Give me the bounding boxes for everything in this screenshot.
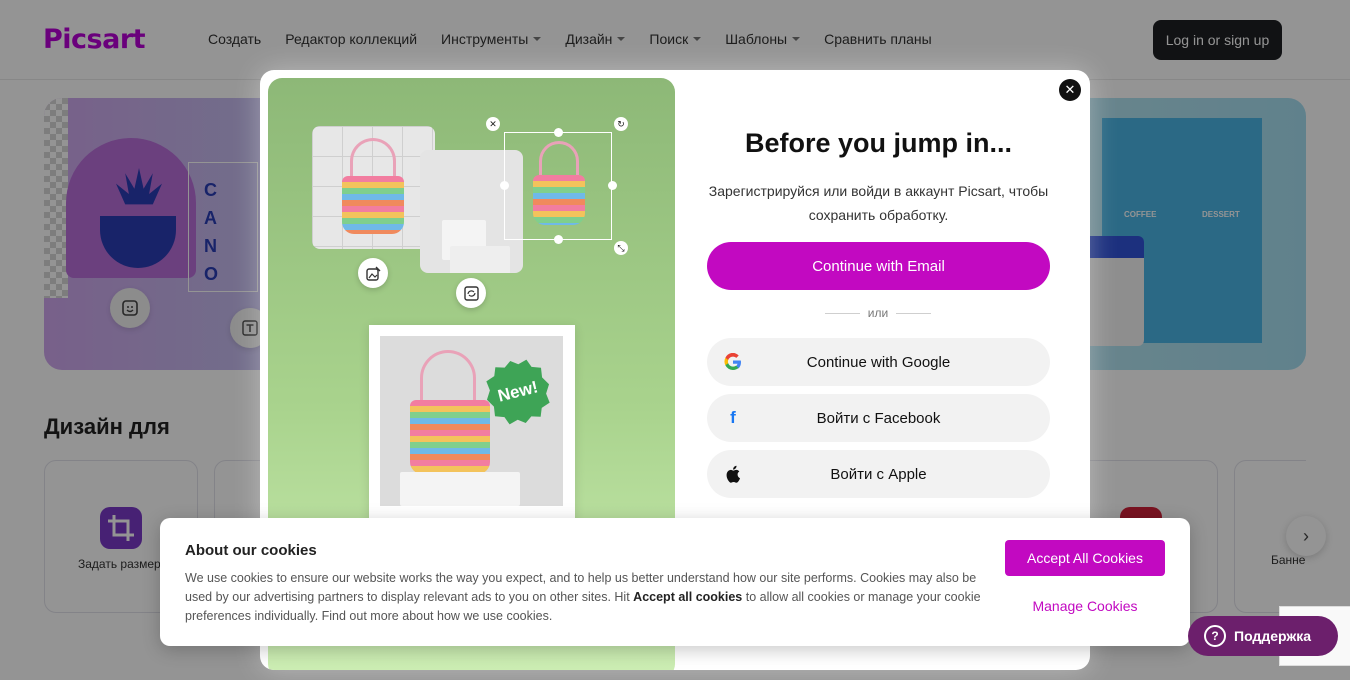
cookie-banner: About our cookies We use cookies to ensu… xyxy=(160,518,1190,646)
result-photo: New! xyxy=(380,336,563,506)
close-modal-button[interactable]: ✕ xyxy=(1059,79,1081,101)
facebook-button-label: Войти с Facebook xyxy=(816,409,941,427)
replace-image-tool xyxy=(456,278,486,308)
resize-handle xyxy=(608,181,617,190)
apple-icon xyxy=(723,464,743,484)
selection-box xyxy=(504,132,612,240)
apple-button-label: Войти с Apple xyxy=(830,465,927,483)
image-edit-icon xyxy=(365,266,380,281)
support-icon: ? xyxy=(1204,625,1226,647)
login-with-apple-button[interactable]: Войти с Apple xyxy=(707,450,1050,498)
close-icon: ✕ xyxy=(1064,82,1076,97)
continue-with-google-button[interactable]: Continue with Google xyxy=(707,338,1050,386)
cookie-title: About our cookies xyxy=(185,542,317,559)
modal-title: Before you jump in... xyxy=(744,128,1013,158)
result-polaroid: New! xyxy=(369,325,575,525)
or-label: или xyxy=(867,306,889,320)
support-button[interactable]: ? Поддержка xyxy=(1188,616,1338,656)
google-icon xyxy=(723,352,743,372)
bag-photo-original xyxy=(312,126,435,249)
resize-handle xyxy=(500,181,509,190)
resize-handle xyxy=(554,128,563,137)
resize-handle xyxy=(554,235,563,244)
login-with-facebook-button[interactable]: f Войти с Facebook xyxy=(707,394,1050,442)
close-icon: ✕ xyxy=(486,117,500,131)
cookie-description: We use cookies to ensure our website wor… xyxy=(185,569,985,626)
google-button-label: Continue with Google xyxy=(806,353,951,371)
manage-cookies-button[interactable]: Manage Cookies xyxy=(1005,590,1165,622)
image-edit-tool xyxy=(358,258,388,288)
accept-all-cookies-button[interactable]: Accept All Cookies xyxy=(1005,540,1165,576)
replace-image-icon xyxy=(463,285,479,301)
or-divider: или xyxy=(825,306,932,320)
scale-icon: ⤡ xyxy=(614,241,628,255)
rotate-icon: ↻ xyxy=(614,117,628,131)
cookie-text-bold: Accept all cookies xyxy=(633,590,743,604)
continue-with-email-button[interactable]: Continue with Email xyxy=(707,242,1050,290)
new-badge: New! xyxy=(479,353,557,431)
support-label: Поддержка xyxy=(1234,628,1312,644)
modal-subtitle: Зарегистрируйся или войди в аккаунт Pics… xyxy=(708,183,1049,223)
facebook-icon: f xyxy=(730,408,736,427)
cookie-policy-link[interactable]: how we use cookies. xyxy=(437,609,552,623)
